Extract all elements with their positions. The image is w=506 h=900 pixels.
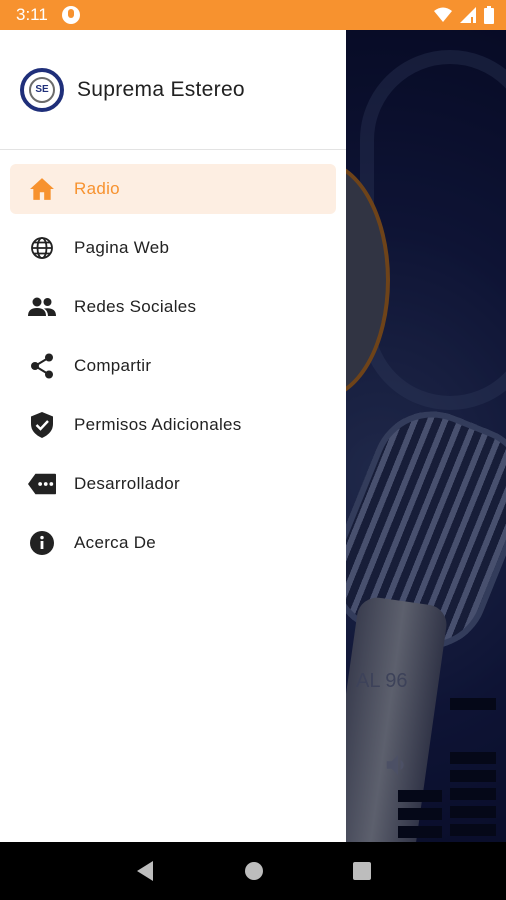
back-icon[interactable]	[135, 860, 155, 882]
menu-item-redes-sociales[interactable]: Redes Sociales	[10, 282, 336, 332]
battery-icon	[484, 6, 494, 24]
menu-item-label: Redes Sociales	[74, 297, 197, 316]
signal-icon	[460, 7, 476, 23]
menu-item-compartir[interactable]: Compartir	[10, 341, 336, 391]
status-bar: 3:11	[0, 0, 506, 30]
menu-item-label: Permisos Adicionales	[74, 415, 242, 434]
status-time: 3:11	[16, 5, 48, 24]
home-icon	[28, 175, 56, 203]
globe-icon	[28, 234, 56, 262]
menu-item-label: Compartir	[74, 356, 152, 375]
system-nav-bar	[0, 842, 506, 900]
menu-item-label: Radio	[74, 179, 120, 198]
menu-item-radio[interactable]: Radio	[10, 164, 336, 214]
shield-check-icon	[28, 411, 56, 439]
wifi-icon	[434, 7, 452, 22]
menu-item-label: Pagina Web	[74, 238, 170, 257]
status-icons	[434, 6, 494, 24]
drawer-title: Suprema Estereo	[77, 77, 245, 101]
navigation-drawer: SE Suprema Estereo Radio Pagina Web Rede…	[0, 30, 346, 842]
drawer-menu: Radio Pagina Web Redes Sociales Comparti…	[0, 150, 346, 568]
logo-mark: SE	[29, 76, 55, 103]
menu-item-desarrollador[interactable]: Desarrollador	[10, 459, 336, 509]
home-button-icon[interactable]	[244, 861, 264, 881]
station-logo: SE	[20, 67, 64, 112]
label-dots-icon	[28, 470, 56, 498]
mic-icon	[61, 6, 80, 24]
people-icon	[28, 293, 56, 321]
share-icon	[28, 352, 56, 380]
menu-item-label: Acerca De	[74, 533, 157, 552]
menu-item-permisos-adicionales[interactable]: Permisos Adicionales	[10, 400, 336, 450]
menu-item-pagina-web[interactable]: Pagina Web	[10, 223, 336, 273]
info-icon	[28, 529, 56, 557]
menu-item-label: Desarrollador	[74, 474, 180, 493]
recents-icon[interactable]	[353, 862, 372, 880]
drawer-header: SE Suprema Estereo	[0, 30, 346, 150]
menu-item-acerca-de[interactable]: Acerca De	[10, 518, 336, 568]
